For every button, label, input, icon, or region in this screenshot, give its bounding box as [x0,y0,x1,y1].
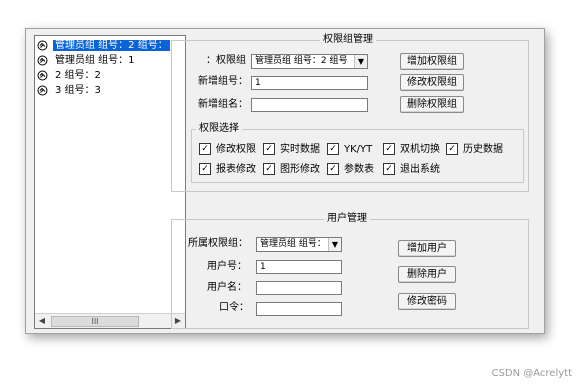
check-icon[interactable]: ✓ [263,143,275,155]
delete-group-button[interactable]: 删除权限组 [400,96,464,113]
chevron-down-icon[interactable]: ▼ [328,238,341,251]
group-node-icon [37,40,48,50]
user-group-select[interactable]: 管理员组 组号： ▼ [256,237,342,252]
new-group-no-label: 新增组号： [198,76,248,87]
check-icon[interactable]: ✓ [383,143,395,155]
check-icon[interactable]: ✓ [383,163,395,175]
change-password-button[interactable]: 修改密码 [398,293,456,310]
tree-item[interactable]: 2 组号：2 [37,69,103,82]
tree-item[interactable]: 3 组号：3 [37,84,103,97]
check-icon[interactable]: ✓ [199,163,211,175]
permission-select-panel: 权限选择 ✓ 修改权限 ✓ 实时数据 ✓ YK/YT ✓ 双机切换 ✓ 历史数据 ✓ 报表修… [191,123,524,183]
user-name-input[interactable] [256,281,342,295]
new-group-name-label: 新增组名： [198,99,248,110]
password-input[interactable] [256,302,342,316]
check-icon[interactable]: ✓ [327,143,339,155]
permission-checkbox[interactable]: ✓ 图形修改 [263,163,320,176]
tree-item-label: 管理员组 组号：1 [55,55,135,66]
tree-item[interactable]: 管理员组 组号：1 [37,54,137,67]
permission-checkbox[interactable]: ✓ 历史数据 [446,143,503,156]
select-value: 管理员组 组号：2 组号 [255,56,348,66]
panel-title: 用户管理 [324,213,370,225]
permission-checkbox[interactable]: ✓ 报表修改 [199,163,256,176]
group-node-icon [37,55,48,65]
watermark: CSDN @Acrelytt [491,368,572,379]
scroll-thumb[interactable]: III [51,316,139,327]
new-group-name-input[interactable] [251,98,368,112]
permission-checkbox[interactable]: ✓ 参数表 [327,163,374,176]
permission-group-panel: 权限组管理 ：权限组 管理员组 组号：2 组号 ▼ 新增组号： 1 新增组名： … [171,34,529,192]
user-group-label: 所属权限组： [188,238,248,249]
user-no-input[interactable]: 1 [256,260,342,274]
add-user-button[interactable]: 增加用户 [398,240,456,257]
check-icon[interactable]: ✓ [199,143,211,155]
group-node-icon [37,85,48,95]
group-node-icon [37,70,48,80]
delete-user-button[interactable]: 删除用户 [398,266,456,283]
check-icon[interactable]: ✓ [263,163,275,175]
check-icon[interactable]: ✓ [446,143,458,155]
horizontal-scrollbar[interactable]: ◀ III ▶ [35,313,185,328]
group-label: ：权限组 [206,55,246,66]
permission-checkbox[interactable]: ✓ 修改权限 [199,143,256,156]
group-tree[interactable]: 管理员组 组号：2 组号： 管理员组 组号：1 2 组号：2 3 组号：3 ◀ … [34,35,186,329]
select-value: 管理员组 组号： [260,239,326,249]
user-no-label: 用户号： [207,261,247,272]
permission-checkbox[interactable]: ✓ 双机切换 [383,143,440,156]
add-group-button[interactable]: 增加权限组 [400,53,464,70]
tree-item-label: 3 组号：3 [55,85,101,96]
permission-checkbox[interactable]: ✓ 退出系统 [383,163,440,176]
new-group-no-input[interactable]: 1 [251,76,368,90]
panel-title: 权限选择 [196,123,242,135]
check-icon[interactable]: ✓ [327,163,339,175]
modify-group-button[interactable]: 修改权限组 [400,74,464,91]
tree-item-label: 管理员组 组号：2 组号： [53,40,170,51]
scroll-left-icon[interactable]: ◀ [37,316,47,326]
permission-checkbox[interactable]: ✓ 实时数据 [263,143,320,156]
permission-checkbox[interactable]: ✓ YK/YT [327,143,372,156]
chevron-down-icon[interactable]: ▼ [354,55,367,68]
permission-window: 管理员组 组号：2 组号： 管理员组 组号：1 2 组号：2 3 组号：3 ◀ … [25,28,545,334]
password-label: 口令： [219,302,249,313]
user-name-label: 用户名： [207,282,247,293]
permission-group-select[interactable]: 管理员组 组号：2 组号 ▼ [251,54,368,69]
panel-title: 权限组管理 [320,34,376,46]
tree-item-label: 2 组号：2 [55,70,101,81]
tree-item[interactable]: 管理员组 组号：2 组号： [37,39,170,52]
user-management-panel: 用户管理 所属权限组： 管理员组 组号： ▼ 用户号： 1 用户名： 口令： 增… [171,213,529,329]
